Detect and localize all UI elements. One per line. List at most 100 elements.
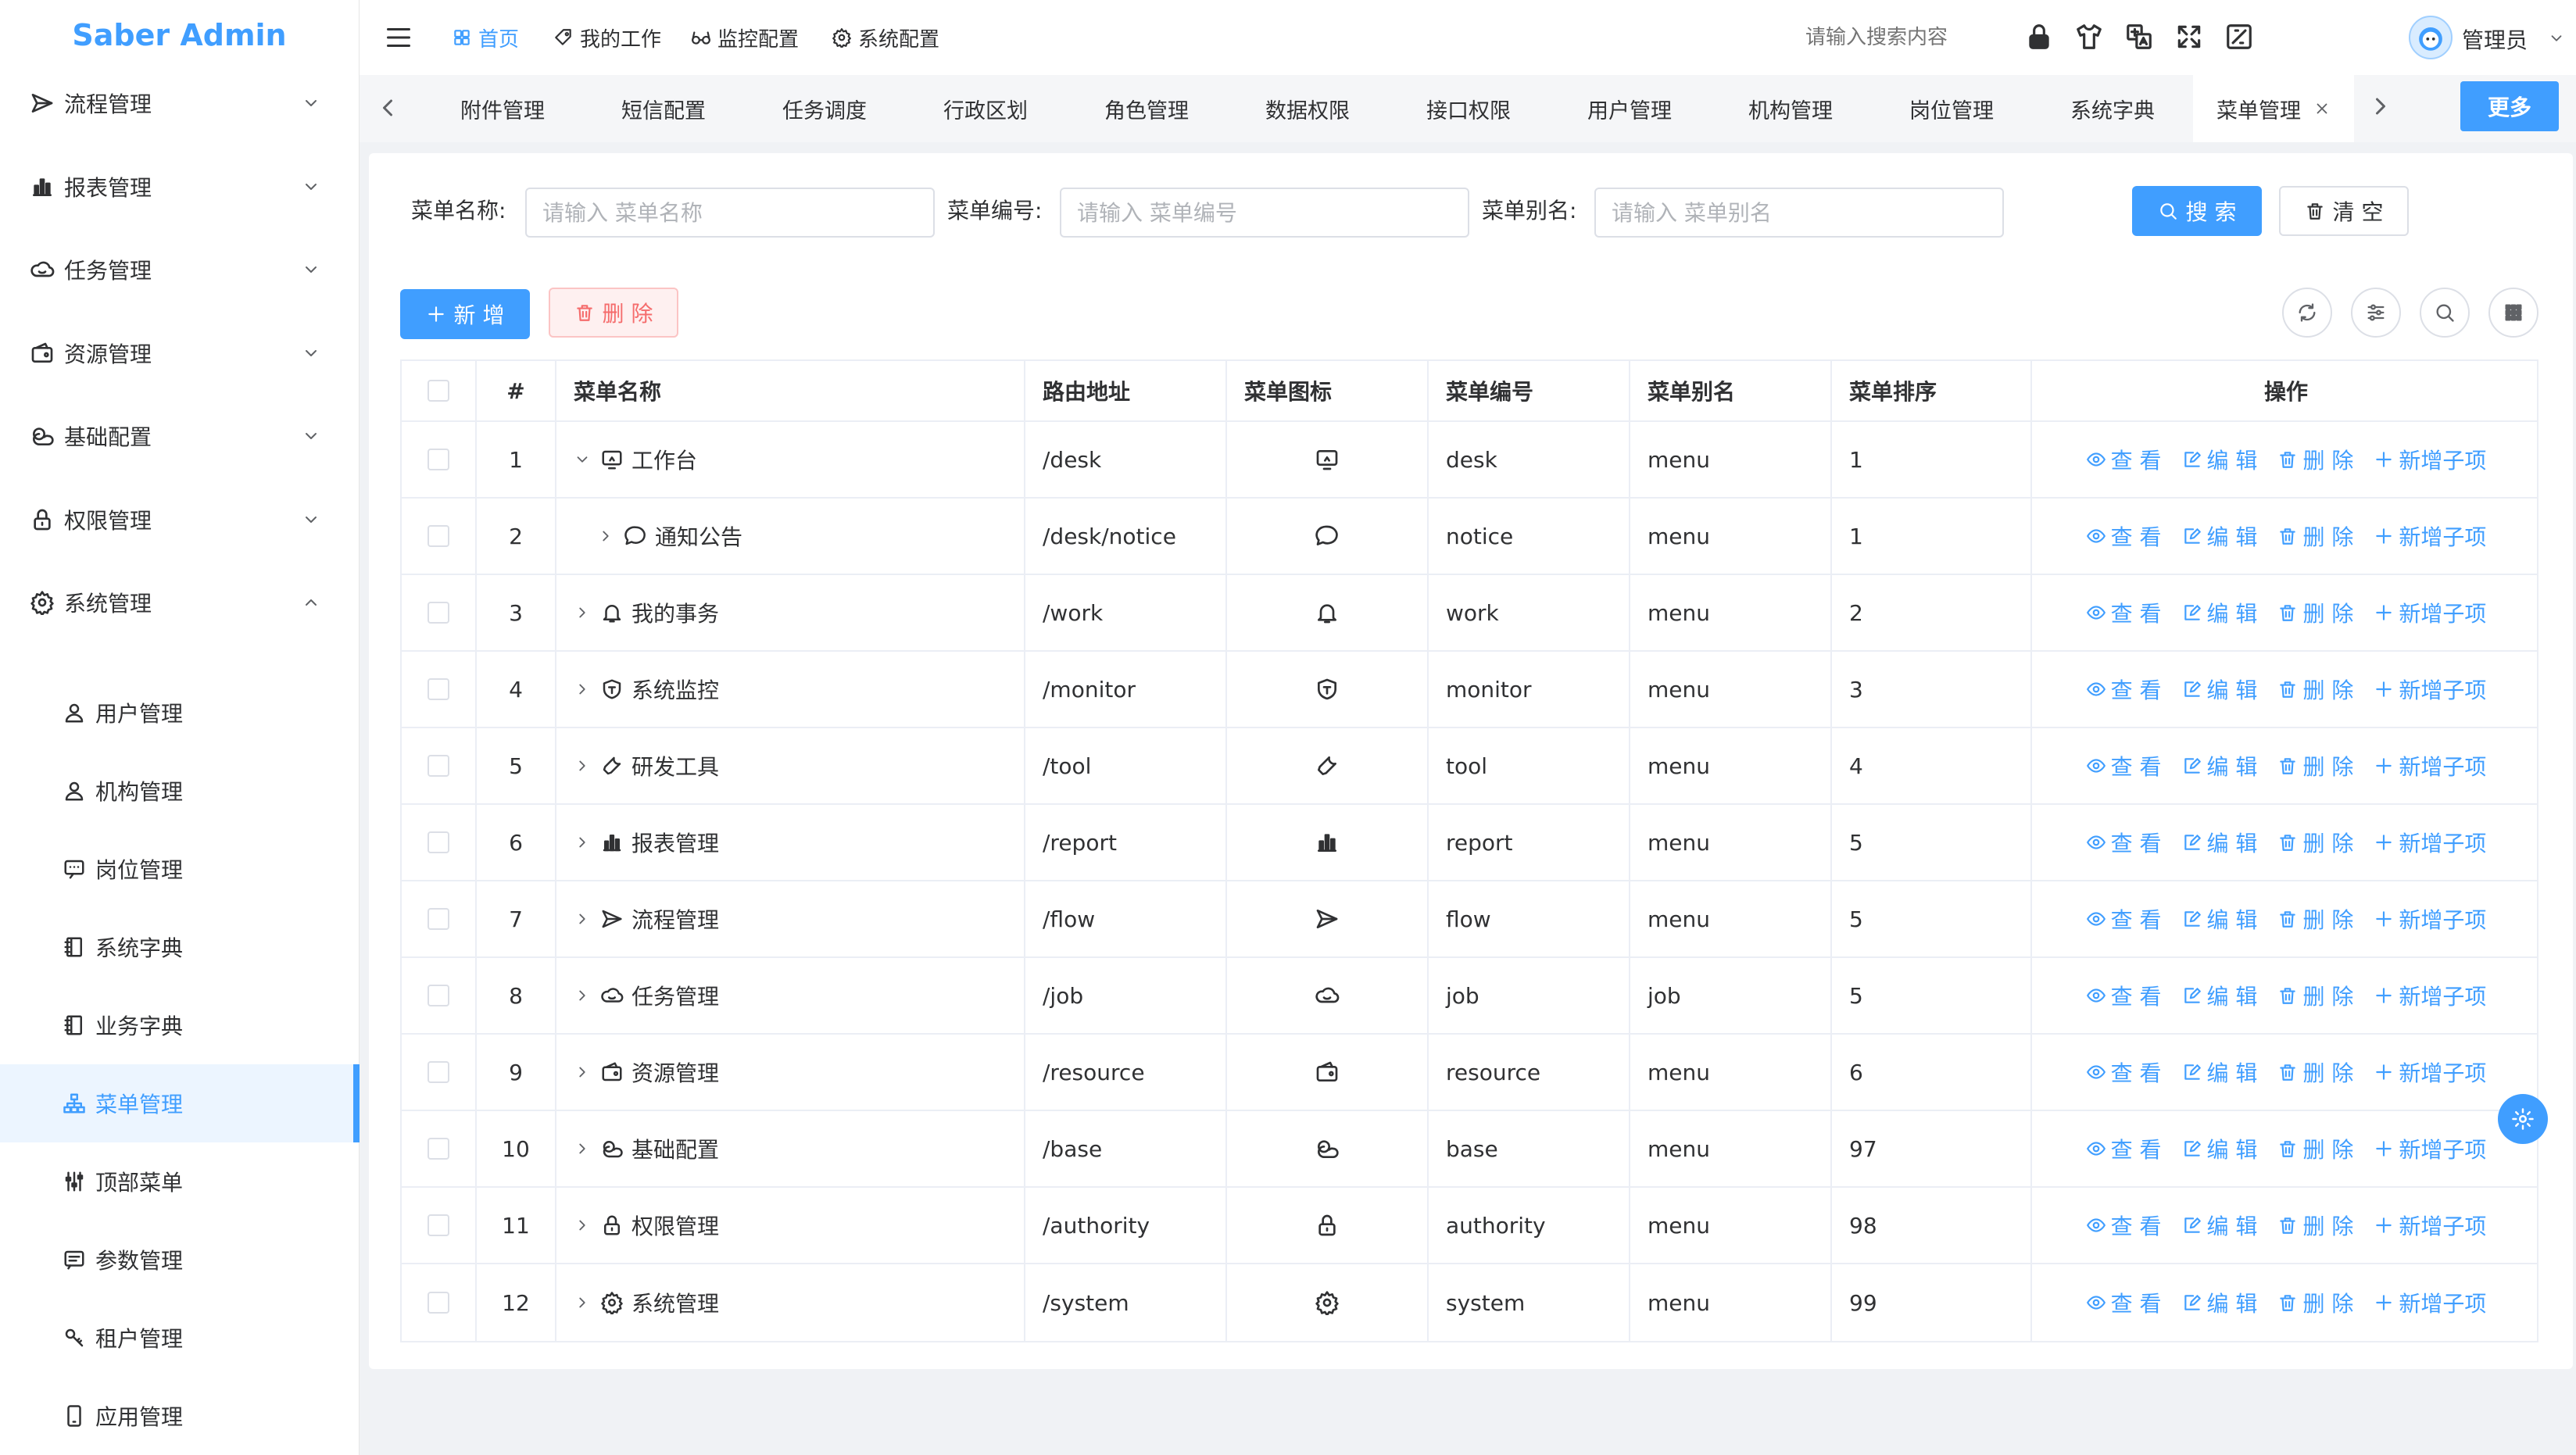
chevron-right-icon[interactable]	[574, 757, 591, 774]
view-button[interactable]: 查 看	[2086, 750, 2162, 781]
chevron-right-icon[interactable]	[2367, 92, 2395, 120]
hamburger-menu-icon[interactable]	[383, 23, 414, 52]
row-checkbox[interactable]	[428, 1138, 449, 1160]
view-button[interactable]: 查 看	[2086, 1287, 2162, 1318]
sidebar-subitem-9[interactable]: 应用管理	[0, 1377, 360, 1455]
delete-button[interactable]: 删 除	[2277, 980, 2353, 1011]
tab-7[interactable]: 用户管理	[1549, 75, 1710, 142]
tab-6[interactable]: 接口权限	[1388, 75, 1549, 142]
delete-button[interactable]: 删 除	[2277, 827, 2353, 858]
view-button[interactable]: 查 看	[2086, 1056, 2162, 1088]
nav-item-1[interactable]: 我的工作	[553, 23, 661, 52]
sidebar-subitem-4[interactable]: 业务字典	[0, 986, 360, 1064]
table-row[interactable]: 6 报表管理 /report report menu 5 查 看 编 辑 删 除…	[402, 805, 2537, 881]
row-checkbox[interactable]	[428, 678, 449, 700]
table-row[interactable]: 4 系统监控 /monitor monitor menu 3 查 看 编 辑 删…	[402, 652, 2537, 728]
chevron-down-icon[interactable]	[574, 451, 591, 468]
chevron-right-icon[interactable]	[574, 681, 591, 698]
add-child-button[interactable]: 新增子项	[2374, 750, 2486, 781]
sidebar-menu-bar-chart[interactable]: 报表管理	[0, 148, 360, 226]
screen-lock-icon[interactable]	[2224, 22, 2254, 52]
user-avatar[interactable]	[2409, 16, 2453, 59]
chevron-right-icon[interactable]	[574, 1064, 591, 1081]
sidebar-subitem-2[interactable]: 岗位管理	[0, 830, 360, 908]
lock-icon[interactable]	[2024, 22, 2054, 52]
delete-button[interactable]: 删 除	[2277, 1133, 2353, 1164]
tab-3[interactable]: 行政区划	[905, 75, 1066, 142]
batch-delete-button[interactable]: 删 除	[549, 288, 678, 338]
edit-button[interactable]: 编 辑	[2182, 597, 2257, 628]
row-checkbox[interactable]	[428, 985, 449, 1006]
edit-button[interactable]: 编 辑	[2182, 980, 2257, 1011]
chevron-down-icon[interactable]	[2548, 30, 2565, 47]
add-child-button[interactable]: 新增子项	[2374, 674, 2486, 705]
edit-button[interactable]: 编 辑	[2182, 1133, 2257, 1164]
add-child-button[interactable]: 新增子项	[2374, 980, 2486, 1011]
chevron-right-icon[interactable]	[574, 1217, 591, 1234]
row-checkbox[interactable]	[428, 602, 449, 624]
table-row[interactable]: 12 系统管理 /system system menu 99 查 看 编 辑 删…	[402, 1264, 2537, 1341]
add-child-button[interactable]: 新增子项	[2374, 1133, 2486, 1164]
view-button[interactable]: 查 看	[2086, 597, 2162, 628]
chevron-right-icon[interactable]	[574, 604, 591, 621]
edit-button[interactable]: 编 辑	[2182, 674, 2257, 705]
add-child-button[interactable]: 新增子项	[2374, 827, 2486, 858]
tab-4[interactable]: 角色管理	[1066, 75, 1227, 142]
delete-button[interactable]: 删 除	[2277, 903, 2353, 935]
settings-float-button[interactable]	[2498, 1094, 2548, 1144]
sidebar-menu-cloud[interactable]: 任务管理	[0, 231, 360, 309]
edit-button[interactable]: 编 辑	[2182, 903, 2257, 935]
add-child-button[interactable]: 新增子项	[2374, 444, 2486, 475]
theme-shirt-icon[interactable]	[2074, 22, 2104, 52]
nav-item-3[interactable]: 系统配置	[832, 23, 939, 52]
sidebar-subitem-3[interactable]: 系统字典	[0, 908, 360, 986]
add-child-button[interactable]: 新增子项	[2374, 597, 2486, 628]
user-name[interactable]: 管理员	[2462, 23, 2528, 55]
row-checkbox[interactable]	[428, 1214, 449, 1236]
edit-button[interactable]: 编 辑	[2182, 1056, 2257, 1088]
delete-button[interactable]: 删 除	[2277, 520, 2353, 552]
view-button[interactable]: 查 看	[2086, 520, 2162, 552]
add-child-button[interactable]: 新增子项	[2374, 903, 2486, 935]
row-checkbox[interactable]	[428, 1292, 449, 1314]
select-all-checkbox[interactable]	[428, 380, 449, 402]
tab-8[interactable]: 机构管理	[1710, 75, 1871, 142]
chevron-right-icon[interactable]	[574, 910, 591, 928]
sidebar-subitem-7[interactable]: 参数管理	[0, 1221, 360, 1299]
view-button[interactable]: 查 看	[2086, 827, 2162, 858]
row-checkbox[interactable]	[428, 755, 449, 777]
language-icon[interactable]	[2124, 22, 2154, 52]
table-row[interactable]: 9 资源管理 /resource resource menu 6 查 看 编 辑…	[402, 1035, 2537, 1111]
chevron-right-icon[interactable]	[574, 987, 591, 1004]
add-child-button[interactable]: 新增子项	[2374, 1287, 2486, 1318]
refresh-button[interactable]	[2282, 288, 2332, 338]
row-checkbox[interactable]	[428, 449, 449, 470]
view-button[interactable]: 查 看	[2086, 1133, 2162, 1164]
table-row[interactable]: 11 权限管理 /authority authority menu 98 查 看…	[402, 1188, 2537, 1264]
tab-10[interactable]: 系统字典	[2032, 75, 2193, 142]
menu-code-input[interactable]	[1060, 188, 1469, 238]
delete-button[interactable]: 删 除	[2277, 597, 2353, 628]
table-row[interactable]: 3 我的事务 /work work menu 2 查 看 编 辑 删 除 新增子…	[402, 575, 2537, 652]
edit-button[interactable]: 编 辑	[2182, 1287, 2257, 1318]
view-button[interactable]: 查 看	[2086, 903, 2162, 935]
sidebar-subitem-5[interactable]: 菜单管理	[0, 1064, 360, 1142]
view-button[interactable]: 查 看	[2086, 444, 2162, 475]
menu-name-input[interactable]	[525, 188, 935, 238]
delete-button[interactable]: 删 除	[2277, 444, 2353, 475]
sidebar-menu-gear[interactable]: 系统管理	[0, 563, 360, 642]
row-checkbox[interactable]	[428, 1061, 449, 1083]
sidebar-menu-cloudy[interactable]: 基础配置	[0, 397, 360, 475]
column-settings-button[interactable]	[2351, 288, 2401, 338]
delete-button[interactable]: 删 除	[2277, 1056, 2353, 1088]
tab-1[interactable]: 短信配置	[583, 75, 744, 142]
chevron-right-icon[interactable]	[574, 1294, 591, 1311]
row-checkbox[interactable]	[428, 908, 449, 930]
sidebar-subitem-1[interactable]: 机构管理	[0, 752, 360, 830]
search-button[interactable]: 搜 索	[2132, 186, 2262, 236]
tab-11[interactable]: 菜单管理	[2193, 75, 2354, 142]
app-logo[interactable]: Saber Admin	[0, 0, 359, 70]
grid-view-button[interactable]	[2488, 288, 2538, 338]
tab-0[interactable]: 附件管理	[422, 75, 583, 142]
row-checkbox[interactable]	[428, 831, 449, 853]
